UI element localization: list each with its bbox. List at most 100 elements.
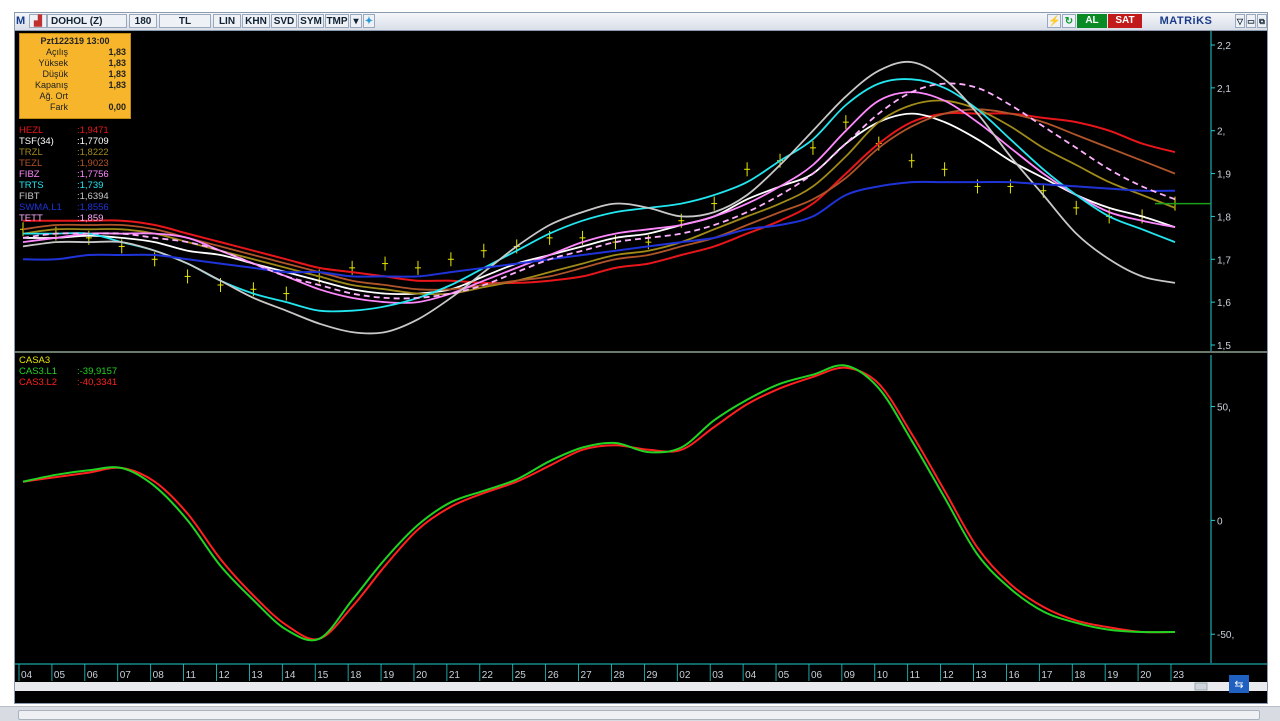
lightning-icon[interactable]: ⚡ [1047, 14, 1061, 28]
lin-button[interactable]: LIN [213, 14, 241, 28]
date-tick-label: 03 [712, 670, 724, 681]
refresh-icon[interactable]: ↻ [1062, 14, 1076, 28]
info-label: Yüksek [38, 58, 68, 68]
sym-button[interactable]: SYM [298, 14, 324, 28]
legend-value: :1,859 [77, 213, 104, 224]
legend-value: :-39,9157 [77, 366, 118, 377]
chart-toolbar: M ▟ DOHOL (Z) 180 TL LIN KHN SVD SYM TMP… [15, 13, 1267, 31]
period-field[interactable]: 180 [129, 14, 157, 28]
scroll-right-button[interactable] [1194, 682, 1208, 691]
series-line-fibt [22, 60, 1176, 335]
legend-item[interactable]: TSF(34):1,7709 [19, 136, 109, 147]
date-tick-label: 05 [54, 670, 66, 681]
legend-item[interactable]: CASA3 [19, 355, 117, 366]
legend-name: FIBZ [19, 169, 40, 180]
date-tick-label: 17 [1041, 670, 1053, 681]
date-tick-label: 06 [87, 670, 99, 681]
price-tick-label: 1,6 [1217, 298, 1231, 309]
date-tick-label: 04 [745, 670, 757, 681]
legend-item[interactable]: TRTS :1,739 [19, 180, 109, 191]
svd-button[interactable]: SVD [271, 14, 297, 28]
legend-value: :1,8556 [77, 202, 109, 213]
legend-item[interactable]: TEZL :1,9023 [19, 158, 109, 169]
series-line-tett [22, 82, 1176, 300]
legend-item[interactable]: CAS3.L1:-39,9157 [19, 366, 117, 377]
date-tick-label: 22 [482, 670, 494, 681]
window-scrollbar[interactable] [0, 706, 1280, 721]
date-tick-label: 23 [1173, 670, 1185, 681]
legend-item[interactable]: TETT :1,859 [19, 213, 109, 224]
window-scroll-thumb[interactable] [18, 710, 1260, 720]
info-row: Fark 0,00 [20, 102, 130, 113]
dropdown-icon[interactable]: ▾ [350, 14, 362, 28]
khn-button[interactable]: KHN [242, 14, 270, 28]
info-row: Düşük 1,83 [20, 69, 130, 80]
date-tick-label: 15 [317, 670, 329, 681]
date-tick-label: 18 [1074, 670, 1086, 681]
legend-item[interactable]: HEZL:1,9471 [19, 125, 109, 136]
price-indicators [22, 60, 1176, 335]
date-tick-label: 20 [416, 670, 428, 681]
chart-type-icon[interactable]: ▟ [29, 14, 47, 28]
currency-field[interactable]: TL [159, 14, 211, 28]
legend-name: CAS3.L2 [19, 377, 58, 388]
legend-value: :1,9023 [77, 158, 109, 169]
buy-button[interactable]: AL [1077, 14, 1107, 28]
date-tick-label: 08 [153, 670, 165, 681]
price-tick-label: 1,8 [1217, 212, 1231, 223]
series-line-hezl [23, 111, 1176, 285]
legend-value: :1,6394 [77, 191, 109, 202]
chart-scrollbar[interactable] [15, 682, 1267, 691]
date-tick-label: 19 [1107, 670, 1119, 681]
symbol-field[interactable]: DOHOL (Z) [47, 14, 127, 28]
tmp-button[interactable]: TMP [325, 14, 349, 28]
legend-value: :1,9471 [77, 125, 109, 136]
date-tick-label: 20 [1140, 670, 1152, 681]
info-value: 1,83 [108, 47, 126, 57]
price-tick-label: 1,9 [1217, 170, 1231, 181]
info-label: Açılış [45, 47, 68, 57]
info-label: Fark [50, 102, 68, 112]
app-logo: M [16, 15, 26, 27]
legend-name: TEZL [19, 158, 43, 169]
date-tick-label: 28 [613, 670, 625, 681]
legend-value: :1,7709 [77, 136, 109, 147]
chart-window: M ▟ DOHOL (Z) 180 TL LIN KHN SVD SYM TMP… [14, 12, 1268, 704]
date-tick-label: 27 [581, 670, 593, 681]
date-tick-label: 21 [449, 670, 461, 681]
date-tick-label: 16 [1008, 670, 1020, 681]
date-tick-label: 06 [811, 670, 823, 681]
sell-button[interactable]: SAT [1108, 14, 1142, 28]
legend-value: :-40,3341 [77, 377, 118, 388]
date-tick-label: 29 [646, 670, 658, 681]
price-tick-label: 1,7 [1217, 255, 1231, 266]
price-tick-label: 2,2 [1217, 41, 1231, 52]
date-tick-label: 05 [778, 670, 790, 681]
info-row: Açılış 1,83 [20, 47, 130, 58]
legend-item[interactable]: SWMA.L1:1,8556 [19, 202, 109, 213]
legend-name: TRTS [19, 180, 44, 191]
date-tick-label: 12 [943, 670, 955, 681]
date-tick-label: 13 [251, 670, 263, 681]
osc-legend: CASA3 CAS3.L1:-39,9157 CAS3.L2 :-40,3341 [19, 355, 117, 388]
legend-name: CASA3 [19, 355, 51, 366]
maximize-icon[interactable]: ⧉ [1257, 14, 1267, 28]
date-tick-label: 11 [910, 670, 921, 681]
info-label: Kapanış [34, 80, 68, 90]
twitter-icon[interactable]: ✦ [363, 14, 375, 28]
date-tick-label: 12 [218, 670, 230, 681]
legend-value: :1,7756 [77, 169, 109, 180]
legend-name: TETT [19, 213, 43, 224]
info-value [68, 91, 130, 102]
legend-item[interactable]: CAS3.L2 :-40,3341 [19, 377, 117, 388]
legend-value: :1,739 [77, 180, 104, 191]
restore-icon[interactable]: ▭ [1246, 14, 1256, 28]
brand-label: MATRiKS [1159, 15, 1213, 27]
chart-canvas[interactable]: 2,22,12,1,91,81,71,61,5 50,0-50, 04 05 06 0… [15, 31, 1267, 703]
legend-item[interactable]: TRZL:1,8222 [19, 147, 109, 158]
minimize-icon[interactable]: ▽ [1235, 14, 1245, 28]
date-tick-label: 14 [284, 670, 296, 681]
legend-item[interactable]: FIBZ :1,7756 [19, 169, 109, 180]
legend-item[interactable]: FIBT:1,6394 [19, 191, 109, 202]
osc-line-cas3-l1 [22, 364, 1176, 642]
